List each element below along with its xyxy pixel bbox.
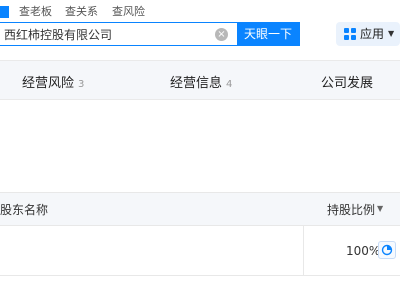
apps-button[interactable]: 应用 ▼ xyxy=(336,22,400,46)
clear-icon[interactable]: × xyxy=(215,28,228,41)
tab-boss[interactable]: 查老板 xyxy=(19,5,52,19)
pie-chart-icon[interactable] xyxy=(378,241,396,259)
column-shareholder-name: 股东名称 xyxy=(0,203,49,217)
caret-down-icon: ▼ xyxy=(388,29,395,38)
row-divider xyxy=(0,275,400,276)
apps-grid-icon xyxy=(344,28,356,40)
shareholder-table-header: 股东名称 持股比例 ▼ xyxy=(0,192,400,226)
column-divider xyxy=(303,226,304,276)
search-button[interactable]: 天眼一下 xyxy=(237,22,299,46)
search-input[interactable] xyxy=(0,26,204,42)
section-tabs: 经营风险 3 经营信息 4 公司发展 xyxy=(0,60,400,100)
section-tab-info[interactable]: 经营信息 4 xyxy=(170,72,232,91)
top-header: 查老板 查关系 查风险 × 天眼一下 应用 ▼ xyxy=(0,0,400,60)
tab-relation[interactable]: 查关系 xyxy=(65,5,98,19)
section-tab-development[interactable]: 公司发展 xyxy=(321,72,373,91)
tab-active-indicator[interactable] xyxy=(0,6,9,18)
apps-label: 应用 xyxy=(360,27,385,41)
section-tab-risk[interactable]: 经营风险 3 xyxy=(22,72,84,91)
tab-risk[interactable]: 查风险 xyxy=(112,5,145,19)
sort-caret-icon[interactable]: ▼ xyxy=(377,204,383,213)
column-share-ratio[interactable]: 持股比例 xyxy=(327,201,375,218)
share-ratio-value: 100% xyxy=(346,244,381,258)
